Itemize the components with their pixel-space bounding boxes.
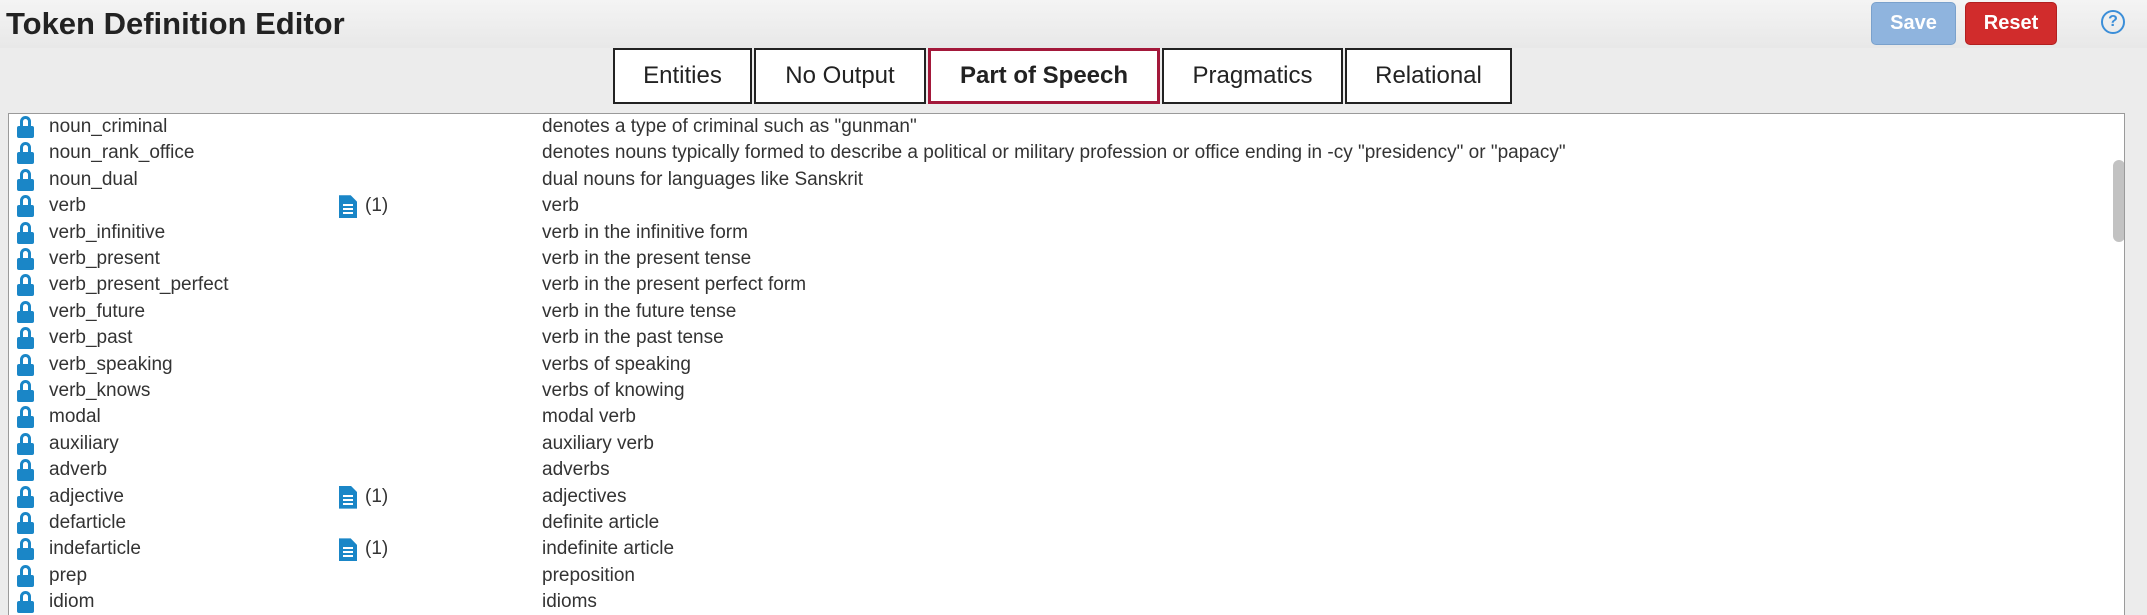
token-name[interactable]: idiom bbox=[49, 589, 94, 615]
token-description: verb in the present perfect form bbox=[542, 274, 807, 296]
token-row[interactable]: modal modal verb bbox=[9, 404, 2089, 430]
lock-icon bbox=[17, 353, 34, 376]
category-tabs: Entities No Output Part of Speech Pragma… bbox=[0, 48, 2147, 106]
token-name[interactable]: noun_dual bbox=[49, 167, 138, 193]
token-name[interactable]: verb_speaking bbox=[49, 352, 173, 378]
lock-icon bbox=[17, 248, 34, 270]
token-row[interactable]: defarticle definite article bbox=[9, 510, 2089, 536]
page-title: Token Definition Editor bbox=[6, 6, 345, 41]
doc-count: (1) bbox=[365, 485, 389, 507]
token-row[interactable]: verb_past verb in the past tense bbox=[9, 325, 2089, 351]
reset-button[interactable]: Reset bbox=[1965, 2, 2057, 45]
token-description: verb in the infinitive form bbox=[542, 221, 748, 243]
lock-icon bbox=[17, 168, 34, 191]
token-name[interactable]: verb_present bbox=[49, 246, 160, 272]
lock-icon bbox=[17, 564, 34, 587]
token-name[interactable]: adverb bbox=[49, 457, 107, 483]
lock-icon bbox=[17, 485, 34, 508]
token-row[interactable]: indefarticle (1) indefinite article bbox=[9, 536, 2089, 562]
token-name[interactable]: modal bbox=[49, 404, 101, 430]
token-name[interactable]: verb_infinitive bbox=[49, 220, 165, 246]
token-description: indefinite article bbox=[542, 538, 675, 560]
token-description: definite article bbox=[542, 512, 660, 533]
token-row[interactable]: auxiliary auxiliary verb bbox=[9, 431, 2089, 457]
token-description: idioms bbox=[542, 591, 597, 613]
tab-relational[interactable]: Relational bbox=[1345, 48, 1512, 104]
token-name[interactable]: indefarticle bbox=[49, 536, 141, 562]
token-description: denotes nouns typically formed to descri… bbox=[542, 142, 1566, 164]
help-icon[interactable]: ? bbox=[2101, 10, 2125, 34]
lock-icon bbox=[17, 380, 34, 402]
document-icon[interactable] bbox=[339, 195, 359, 219]
token-name[interactable]: verb bbox=[49, 193, 86, 219]
token-row[interactable]: noun_rank_office denotes nouns typically … bbox=[9, 140, 2089, 166]
token-description: adverbs bbox=[542, 459, 610, 481]
token-row[interactable]: adjective (1) adjectives bbox=[9, 484, 2089, 510]
lock-icon bbox=[17, 459, 34, 482]
token-description: adjectives bbox=[542, 485, 627, 507]
lock-icon bbox=[17, 221, 34, 244]
token-description: verbs of knowing bbox=[542, 380, 685, 401]
token-name[interactable]: prep bbox=[49, 563, 87, 589]
lock-icon bbox=[17, 274, 34, 297]
lock-icon bbox=[17, 116, 34, 138]
lock-icon bbox=[17, 432, 34, 455]
tab-pragmatics[interactable]: Pragmatics bbox=[1162, 48, 1343, 104]
token-name[interactable]: noun_rank_office bbox=[49, 140, 194, 166]
save-button[interactable]: Save bbox=[1871, 2, 1956, 45]
lock-icon bbox=[17, 300, 34, 323]
token-description: verb bbox=[542, 195, 579, 217]
scrollbar-thumb[interactable] bbox=[2113, 160, 2124, 242]
token-description: preposition bbox=[542, 564, 635, 586]
lock-icon bbox=[17, 538, 34, 561]
token-description: modal verb bbox=[542, 406, 636, 428]
tab-no-output[interactable]: No Output bbox=[754, 48, 926, 104]
token-row[interactable]: verb_future verb in the future tense bbox=[9, 299, 2089, 325]
token-row[interactable]: verb_present_perfect verb in the present … bbox=[9, 272, 2089, 298]
token-description: verb in the present tense bbox=[542, 248, 752, 269]
tab-entities[interactable]: Entities bbox=[613, 48, 752, 104]
token-row[interactable]: adverb adverbs bbox=[9, 457, 2089, 483]
token-row[interactable]: verb_knows verbs of knowing bbox=[9, 378, 2089, 404]
token-row[interactable]: verb_infinitive verb in the infinitive fo… bbox=[9, 220, 2089, 246]
token-row[interactable]: idiom idioms bbox=[9, 589, 2089, 615]
token-name[interactable]: defarticle bbox=[49, 510, 126, 536]
token-description: verb in the future tense bbox=[542, 300, 737, 322]
header-bar: Token Definition Editor Save Reset ? bbox=[0, 0, 2147, 48]
token-row[interactable]: noun_dual dual nouns for languages like S… bbox=[9, 167, 2089, 193]
scrollbar[interactable] bbox=[2113, 160, 2124, 615]
token-row[interactable]: noun_criminal denotes a type of criminal … bbox=[9, 114, 2089, 140]
token-row[interactable]: prep preposition bbox=[9, 563, 2089, 589]
token-name[interactable]: verb_present_perfect bbox=[49, 272, 229, 298]
lock-icon bbox=[17, 195, 34, 218]
doc-count: (1) bbox=[365, 538, 389, 560]
token-name[interactable]: adjective bbox=[49, 484, 124, 510]
token-description: dual nouns for languages like Sanskrit bbox=[542, 168, 864, 190]
token-description: verb in the past tense bbox=[542, 327, 724, 349]
tab-part-of-speech[interactable]: Part of Speech bbox=[928, 48, 1160, 104]
token-name[interactable]: noun_criminal bbox=[49, 114, 167, 140]
token-description: verbs of speaking bbox=[542, 353, 691, 375]
token-name[interactable]: verb_future bbox=[49, 299, 145, 325]
doc-count: (1) bbox=[365, 195, 389, 217]
lock-icon bbox=[17, 327, 34, 350]
lock-icon bbox=[17, 591, 34, 614]
lock-icon bbox=[17, 406, 34, 429]
token-row[interactable]: verb_speaking verbs of speaking bbox=[9, 352, 2089, 378]
token-description: auxiliary verb bbox=[542, 432, 654, 454]
token-list[interactable]: noun_criminal denotes a type of criminal … bbox=[8, 113, 2125, 615]
token-name[interactable]: verb_knows bbox=[49, 378, 150, 404]
token-row[interactable]: verb (1) verb bbox=[9, 193, 2089, 219]
document-icon[interactable] bbox=[339, 485, 359, 510]
token-name[interactable]: verb_past bbox=[49, 325, 132, 351]
lock-icon bbox=[17, 142, 34, 165]
token-row[interactable]: verb_present verb in the present tense bbox=[9, 246, 2089, 272]
token-description: denotes a type of criminal such as "gunm… bbox=[542, 116, 917, 137]
lock-icon bbox=[17, 512, 34, 534]
document-icon[interactable] bbox=[339, 538, 359, 562]
token-name[interactable]: auxiliary bbox=[49, 431, 119, 457]
